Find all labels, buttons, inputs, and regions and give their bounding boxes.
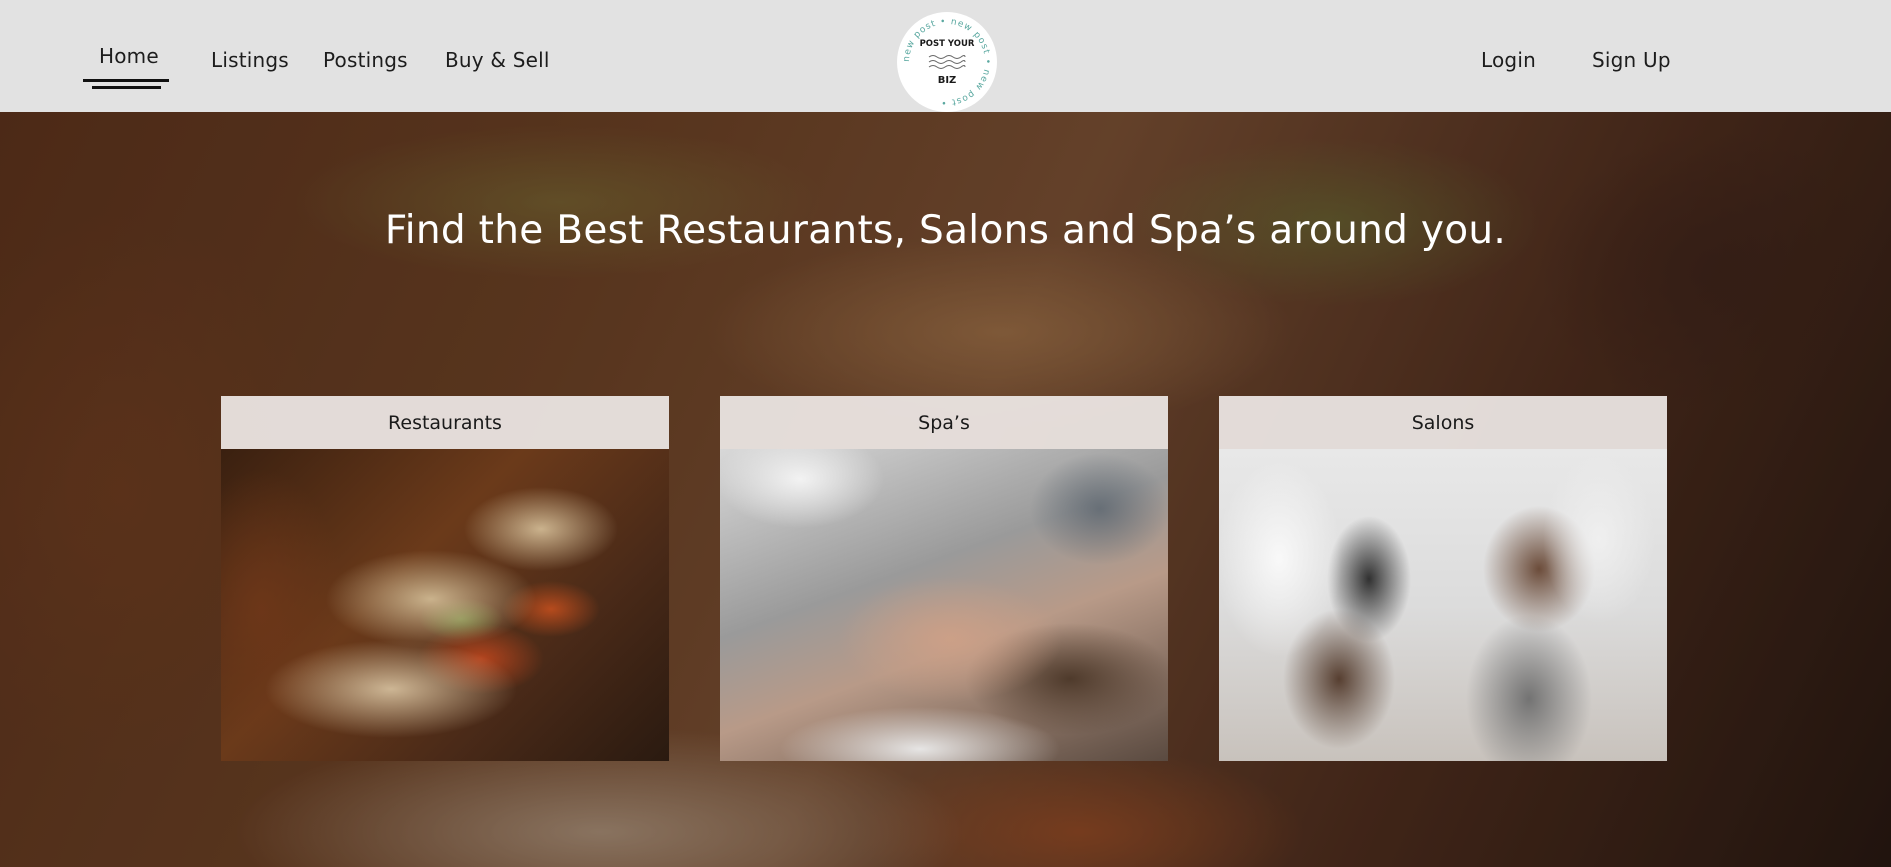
nav-home-link[interactable]: Home [99, 44, 159, 68]
login-link[interactable]: Login [1481, 48, 1536, 72]
category-card-spas[interactable]: Spa’s [720, 396, 1168, 761]
restaurants-image[interactable] [221, 449, 669, 761]
nav-buy-sell-link[interactable]: Buy & Sell [445, 48, 550, 72]
category-card-restaurants[interactable]: Restaurants [221, 396, 669, 761]
hero-section: Find the Best Restaurants, Salons and Sp… [0, 112, 1891, 867]
logo-badge-graphic: new post • new post • new post • [902, 17, 992, 107]
nav-postings-link[interactable]: Postings [323, 48, 408, 72]
card-title: Salons [1219, 396, 1667, 449]
card-title: Restaurants [221, 396, 669, 449]
card-title: Spa’s [720, 396, 1168, 449]
logo-top-text: POST YOUR [919, 39, 975, 49]
svg-text:new post • new post • new post: new post • new post • new post • [902, 17, 992, 107]
logo-bottom-text: BIZ [937, 75, 957, 86]
nav-listings-link[interactable]: Listings [211, 48, 289, 72]
logo-ring-text: new post • new post • new post • [902, 17, 991, 107]
category-card-salons[interactable]: Salons [1219, 396, 1667, 761]
nav-home-active-underline-secondary [92, 86, 161, 89]
sign-up-link[interactable]: Sign Up [1592, 48, 1671, 72]
salons-image[interactable] [1219, 449, 1667, 761]
nav-home-active-underline [83, 79, 169, 82]
hero-title: Find the Best Restaurants, Salons and Sp… [384, 208, 1507, 253]
spas-image[interactable] [720, 449, 1168, 761]
post-your-biz-logo[interactable]: new post • new post • new post • POST YO… [897, 12, 997, 112]
top-nav-bar: Home Listings Postings Buy & Sell new po… [0, 0, 1891, 112]
